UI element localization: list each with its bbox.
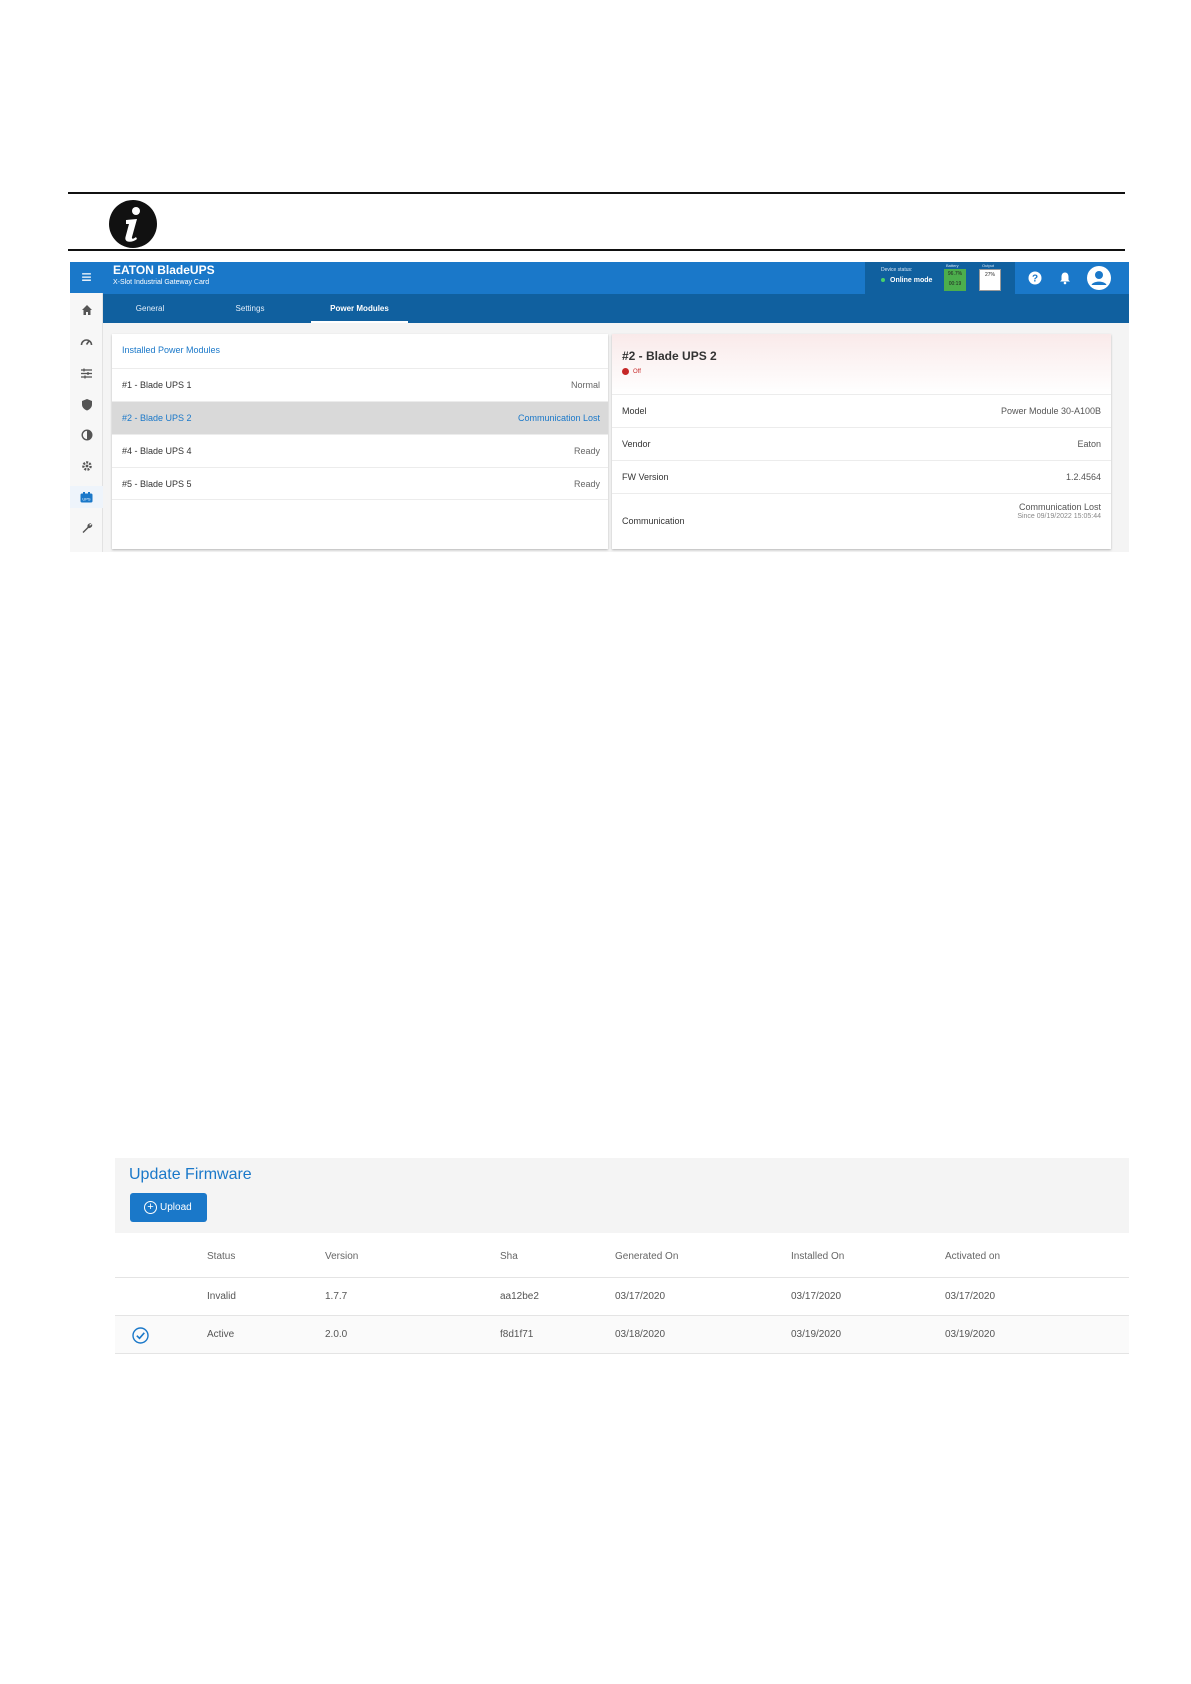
module-status: Ready: [573, 446, 600, 456]
app-header: EATON BladeUPS X-Slot Industrial Gateway…: [103, 262, 1129, 294]
svg-text:UPS: UPS: [82, 496, 91, 501]
power-modules-screenshot: ≡ UPS EATON BladeUPS X-Slot Industrial G…: [70, 262, 1129, 552]
installed-modules-panel: Installed Power Modules #1 - Blade UPS 1…: [112, 334, 608, 549]
battery-label: Battery: [946, 263, 959, 268]
device-status-mode: Online mode: [881, 277, 932, 284]
status-dot-icon: [881, 278, 885, 283]
column-header: Version: [325, 1251, 359, 1262]
table-cell: 2.0.0: [325, 1329, 348, 1340]
table-cell: Invalid: [207, 1291, 236, 1302]
table-row-active[interactable]: Active 2.0.0 f8d1f71 03/18/2020 03/19/20…: [115, 1316, 1129, 1354]
detail-row-vendor: Vendor Eaton: [612, 427, 1111, 460]
tab-general[interactable]: General: [115, 294, 185, 323]
svg-text:?: ?: [1032, 274, 1038, 285]
note-box: [68, 192, 1125, 251]
table-cell: 03/19/2020: [945, 1329, 996, 1340]
output-gauge[interactable]: 27%: [979, 269, 1001, 291]
module-row-selected[interactable]: #2 - Blade UPS 2 Communication Lost: [112, 401, 608, 434]
firmware-title: Update Firmware: [129, 1166, 252, 1183]
sidebar: ≡ UPS: [70, 262, 103, 552]
detail-row-model: Model Power Module 30-A100B: [612, 394, 1111, 427]
hamburger-menu-icon[interactable]: ≡: [70, 262, 103, 293]
detail-row-communication: Communication Communication Lost Since 0…: [612, 493, 1111, 549]
column-header: Status: [207, 1251, 236, 1262]
detail-key: Model: [622, 406, 647, 416]
bell-icon[interactable]: [1058, 271, 1072, 285]
dashboard-icon[interactable]: [70, 331, 103, 353]
tab-power-modules[interactable]: Power Modules: [311, 294, 408, 323]
output-label: Output: [982, 263, 995, 268]
update-firmware-screenshot: Update Firmware + Upload Status Version …: [115, 1158, 1129, 1358]
module-status: Normal: [570, 380, 600, 390]
module-row[interactable]: #5 - Blade UPS 5 Ready: [112, 467, 608, 500]
module-name: #4 - Blade UPS 4: [122, 446, 192, 456]
plus-circle-icon: +: [144, 1201, 157, 1214]
module-status: Communication Lost: [517, 413, 600, 423]
ups-icon[interactable]: UPS: [70, 486, 103, 508]
app-title: EATON BladeUPS: [113, 263, 215, 277]
detail-value: Eaton: [1077, 439, 1101, 449]
device-status-label: Device status:: [881, 267, 913, 273]
firmware-table-header: Status Version Sha Generated On Installe…: [115, 1234, 1129, 1278]
info-icon: [109, 200, 157, 248]
module-row[interactable]: #1 - Blade UPS 1 Normal: [112, 368, 608, 401]
table-row[interactable]: Invalid 1.7.7 aa12be2 03/17/2020 03/17/2…: [115, 1278, 1129, 1316]
column-header: Installed On: [791, 1251, 845, 1262]
table-cell: 03/17/2020: [615, 1291, 666, 1302]
error-icon: [622, 368, 629, 375]
column-header: Activated on: [945, 1251, 1001, 1262]
gear-icon[interactable]: [70, 455, 103, 477]
column-header: Sha: [500, 1251, 518, 1262]
sliders-icon[interactable]: [70, 362, 103, 384]
table-cell: 03/17/2020: [791, 1291, 842, 1302]
detail-value: 1.2.4564: [1065, 472, 1101, 482]
upload-label: Upload: [160, 1202, 192, 1213]
module-detail-panel: #2 - Blade UPS 2 Off Model Power Module …: [612, 334, 1111, 549]
check-circle-icon: [132, 1327, 149, 1344]
table-cell: aa12be2: [500, 1291, 539, 1302]
detail-key: Vendor: [622, 439, 651, 449]
module-status: Ready: [573, 479, 600, 489]
detail-title: #2 - Blade UPS 2: [622, 349, 717, 363]
detail-state: Off: [622, 368, 641, 375]
detail-key: Communication: [622, 516, 685, 526]
detail-value: Power Module 30-A100B: [1000, 406, 1101, 416]
detail-row-fw-version: FW Version 1.2.4564: [612, 460, 1111, 493]
battery-runtime: 00:19: [948, 281, 962, 287]
module-row[interactable]: #4 - Blade UPS 4 Ready: [112, 434, 608, 467]
battery-gauge[interactable]: 96.7% 00:19: [944, 269, 966, 291]
wrench-icon[interactable]: [70, 517, 103, 539]
communication-since: Since 09/19/2022 15:05:44: [1017, 513, 1101, 520]
shield-icon[interactable]: [70, 393, 103, 415]
detail-value: Communication Lost Since 09/19/2022 15:0…: [1017, 502, 1101, 520]
module-name: #2 - Blade UPS 2: [122, 413, 192, 423]
communication-status: Communication Lost: [1018, 502, 1101, 512]
installed-modules-title: Installed Power Modules: [122, 345, 221, 355]
table-cell: 1.7.7: [325, 1291, 348, 1302]
table-cell: f8d1f71: [500, 1329, 534, 1340]
upload-button[interactable]: + Upload: [130, 1193, 207, 1222]
table-cell: 03/17/2020: [945, 1291, 996, 1302]
help-icon[interactable]: ?: [1028, 271, 1042, 285]
tab-bar: General Settings Power Modules: [103, 294, 1129, 323]
battery-percent: 96.7%: [947, 271, 963, 277]
tab-settings[interactable]: Settings: [215, 294, 285, 323]
detail-key: FW Version: [622, 472, 669, 482]
table-cell: Active: [207, 1329, 235, 1340]
table-cell: 03/18/2020: [615, 1329, 666, 1340]
module-name: #5 - Blade UPS 5: [122, 479, 192, 489]
output-percent: 27%: [984, 272, 995, 278]
avatar-icon[interactable]: [1087, 266, 1111, 290]
home-icon[interactable]: [70, 299, 103, 321]
firmware-header: Update Firmware + Upload: [115, 1158, 1129, 1233]
module-name: #1 - Blade UPS 1: [122, 380, 192, 390]
contrast-icon[interactable]: [70, 424, 103, 446]
app-subtitle: X-Slot Industrial Gateway Card: [113, 279, 210, 286]
detail-header: #2 - Blade UPS 2 Off: [612, 334, 1111, 394]
column-header: Generated On: [615, 1251, 679, 1262]
table-cell: 03/19/2020: [791, 1329, 842, 1340]
